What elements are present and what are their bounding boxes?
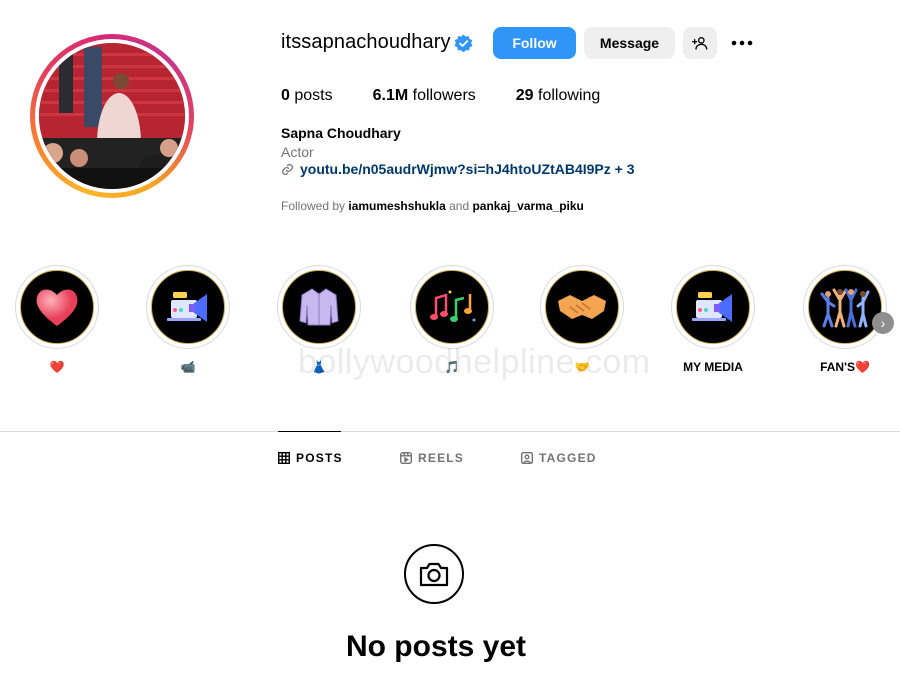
- avatar-photo: [39, 43, 185, 189]
- link-icon: [282, 163, 293, 175]
- jacket-icon: [282, 270, 356, 344]
- verified-badge-icon: [454, 34, 473, 53]
- camera-icon: [404, 544, 464, 604]
- tabs-divider: [0, 431, 900, 432]
- watermark: bollywoodhelpline.com: [298, 343, 651, 381]
- tab-posts[interactable]: POSTS: [278, 451, 343, 465]
- chevron-right-icon: ›: [880, 315, 886, 331]
- heart-icon: [20, 270, 94, 344]
- follower-name-2[interactable]: pankaj_varma_piku: [472, 199, 583, 213]
- tab-tagged[interactable]: TAGGED: [521, 451, 597, 465]
- more-dots-icon: [731, 40, 753, 46]
- followed-by[interactable]: Followed by iamumeshshukla and pankaj_va…: [281, 199, 584, 213]
- empty-state-title: No posts yet: [345, 630, 527, 663]
- profile-stats: 0 posts 6.1M followers 29 following: [281, 87, 640, 105]
- highlight-label: 📹: [180, 360, 196, 374]
- suggested-users-button[interactable]: [683, 27, 717, 59]
- followers-stat[interactable]: 6.1M followers: [373, 87, 476, 105]
- highlight-6[interactable]: MY MEDIA: [658, 265, 768, 375]
- posts-stat: 0 posts: [281, 87, 333, 104]
- profile-avatar[interactable]: [30, 34, 194, 198]
- grid-icon: [278, 452, 290, 464]
- music-notes-icon: [415, 270, 489, 344]
- highlight-2[interactable]: 📹: [133, 265, 243, 375]
- username: itssapnachoudhary: [281, 31, 451, 53]
- follow-button[interactable]: Follow: [493, 27, 576, 59]
- reels-icon: [400, 452, 412, 464]
- megaphone-laptop-icon: [676, 270, 750, 344]
- message-button[interactable]: Message: [584, 27, 675, 59]
- highlight-label: FAN'S❤️: [820, 360, 870, 374]
- highlight-1[interactable]: ❤️: [2, 265, 112, 375]
- bio-link-text[interactable]: youtu.be/n05audrWjmw?si=hJ4htoUZtAB4I9Pz…: [300, 161, 635, 177]
- full-name: Sapna Choudhary: [281, 125, 401, 141]
- highlights-next-button[interactable]: ›: [872, 312, 894, 334]
- tagged-icon: [521, 452, 533, 464]
- category-label: Actor: [281, 144, 314, 160]
- active-tab-indicator: [278, 431, 341, 432]
- dancers-icon: [808, 270, 882, 344]
- more-options-button[interactable]: [727, 27, 757, 59]
- following-stat[interactable]: 29 following: [516, 87, 601, 105]
- highlight-label: MY MEDIA: [683, 360, 743, 374]
- handshake-icon: [545, 270, 619, 344]
- add-person-icon: [692, 37, 708, 50]
- bio-link[interactable]: youtu.be/n05audrWjmw?si=hJ4htoUZtAB4I9Pz…: [281, 161, 635, 177]
- highlight-label: ❤️: [49, 360, 65, 374]
- follower-name-1[interactable]: iamumeshshukla: [348, 199, 445, 213]
- tab-reels[interactable]: REELS: [400, 451, 464, 465]
- megaphone-laptop-icon: [151, 270, 225, 344]
